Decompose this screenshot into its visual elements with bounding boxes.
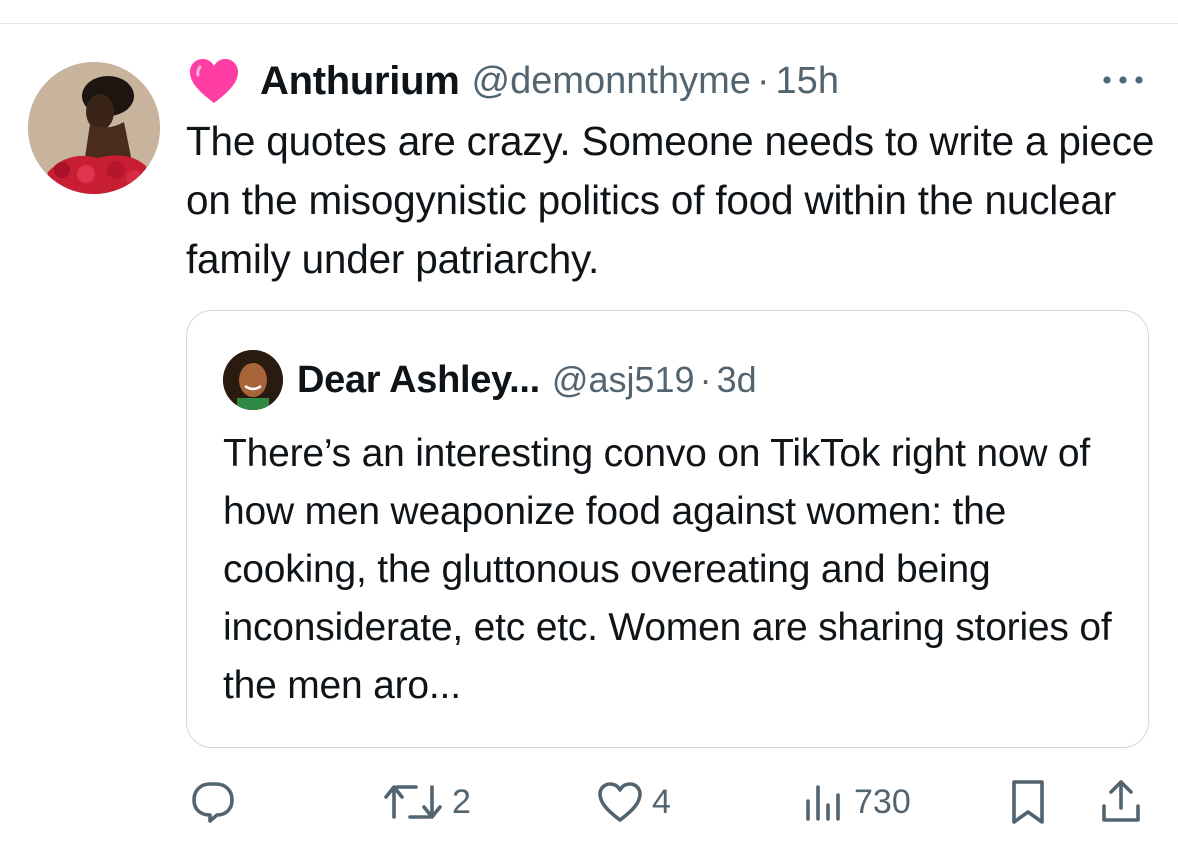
views-button[interactable]: 730 <box>800 770 911 834</box>
tweet-text: The quotes are crazy. Someone needs to w… <box>186 118 1155 282</box>
views-icon <box>800 779 846 825</box>
retweet-button[interactable]: 2 <box>382 770 471 834</box>
avatar[interactable] <box>28 62 160 194</box>
quote-separator-dot: · <box>699 359 712 400</box>
display-name[interactable]: Anthurium <box>260 59 460 104</box>
quote-timestamp: 3d <box>716 359 757 400</box>
share-button[interactable] <box>1098 770 1144 834</box>
handle[interactable]: @demonnthyme <box>472 60 751 103</box>
reply-icon <box>190 779 236 825</box>
share-icon <box>1098 778 1144 826</box>
timestamp[interactable]: 15h <box>776 60 839 103</box>
separator-dot: · <box>756 59 770 102</box>
retweet-icon <box>382 779 444 825</box>
quote-display-name: Dear Ashley... <box>297 358 540 401</box>
more-icon[interactable] <box>1098 70 1148 90</box>
quote-text: There’s an interesting convo on TikTok r… <box>223 432 1112 707</box>
quote-header: Dear Ashley... @asj519 · 3d <box>223 349 757 411</box>
top-divider <box>0 23 1178 24</box>
action-bar: 2 4 730 <box>0 770 1178 840</box>
bookmark-button[interactable] <box>1006 770 1050 834</box>
like-icon <box>596 780 644 824</box>
quote-handle: @asj519 <box>551 359 695 400</box>
pink-heart-icon <box>188 57 240 105</box>
reply-button[interactable] <box>190 770 244 834</box>
tweet-header: Anthurium @demonnthyme · 15h <box>188 55 839 107</box>
retweet-count: 2 <box>452 782 471 821</box>
bookmark-icon <box>1006 778 1050 826</box>
like-count: 4 <box>652 782 671 821</box>
quote-tweet-card[interactable]: Dear Ashley... @asj519 · 3d There’s an i… <box>186 310 1149 748</box>
like-button[interactable]: 4 <box>596 770 671 834</box>
quote-avatar <box>223 350 283 410</box>
views-count: 730 <box>854 782 911 821</box>
